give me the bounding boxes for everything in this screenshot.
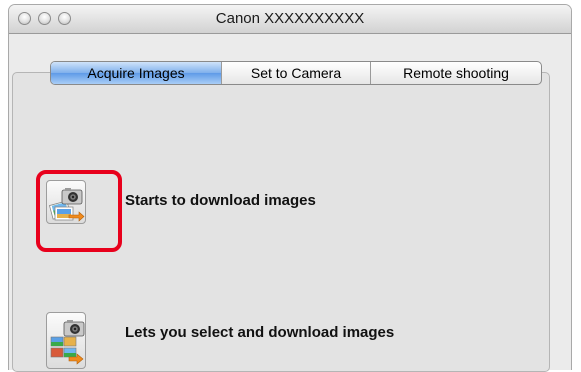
select-download-images-button[interactable] xyxy=(46,312,86,369)
tab-set-to-camera[interactable]: Set to Camera xyxy=(221,62,370,84)
title-bar: Canon XXXXXXXXXX xyxy=(9,5,571,34)
download-images-label: Starts to download images xyxy=(125,192,316,209)
camera-select-download-icon xyxy=(50,320,85,365)
tab-bar: Acquire Images Set to Camera Remote shoo… xyxy=(50,61,542,85)
window-title: Canon XXXXXXXXXX xyxy=(215,10,365,27)
tab-acquire-images[interactable]: Acquire Images xyxy=(51,62,221,84)
highlight-frame xyxy=(36,170,122,252)
select-download-images-label: Lets you select and download images xyxy=(125,324,395,341)
tab-remote-shooting[interactable]: Remote shooting xyxy=(370,62,541,84)
